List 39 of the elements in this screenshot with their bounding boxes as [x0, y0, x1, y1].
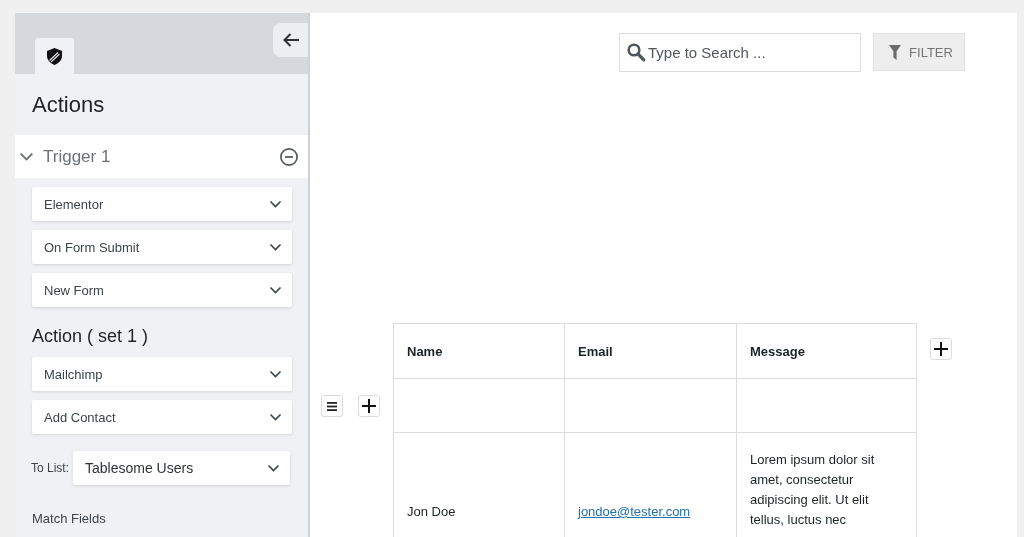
back-button[interactable]: [273, 23, 308, 57]
dropdown[interactable]: Mailchimp: [32, 357, 292, 391]
tab[interactable]: [35, 38, 74, 74]
chevron-down-icon: [270, 201, 281, 207]
chevron-down-icon: [268, 465, 279, 471]
plus-icon: [362, 399, 376, 413]
dropdown[interactable]: Add Contact: [32, 400, 292, 434]
column-header: Email: [565, 324, 737, 379]
column-header: Name: [394, 324, 565, 379]
panel-title: Actions: [31, 91, 106, 119]
search-icon: [627, 43, 645, 61]
column-header: Message: [737, 324, 917, 379]
table-cell: Lorem ipsum dolor sit amet, consectetur adipiscing elit. Ut elit tellus, luctus nec: [737, 433, 917, 537]
chevron-down-icon: [270, 287, 281, 293]
table-cell: Jon Doe: [394, 433, 565, 537]
chevron-down-icon: [270, 244, 281, 250]
minus-circle-icon: [280, 147, 298, 166]
dropdown[interactable]: On Form Submit: [32, 230, 292, 264]
shield-icon: [47, 47, 62, 65]
row-menu-button[interactable]: [321, 395, 343, 417]
back-arrow-icon: [282, 33, 299, 47]
trigger-header[interactable]: Trigger 1: [15, 135, 308, 178]
section-label: Match Fields: [32, 511, 106, 527]
field-label: To List:: [31, 461, 70, 475]
chevron-down-icon: [270, 414, 281, 420]
plus-icon: [934, 342, 948, 356]
section-heading: Action ( set 1 ): [31, 325, 149, 348]
funnel-icon: [889, 44, 902, 60]
email-link[interactable]: jondoe@tester.com: [578, 504, 691, 519]
add-column-button[interactable]: [930, 338, 952, 360]
add-row-button[interactable]: [358, 395, 380, 417]
menu-icon: [327, 401, 337, 411]
trigger-label: Trigger 1: [43, 146, 112, 167]
dropdown[interactable]: Elementor: [32, 187, 292, 221]
filter-button[interactable]: FILTER: [873, 33, 965, 71]
dropdown[interactable]: New Form: [32, 273, 292, 307]
dropdown[interactable]: Tablesome Users: [73, 451, 290, 485]
search-field[interactable]: Type to Search ...: [619, 33, 861, 72]
chevron-down-icon: [270, 371, 281, 377]
